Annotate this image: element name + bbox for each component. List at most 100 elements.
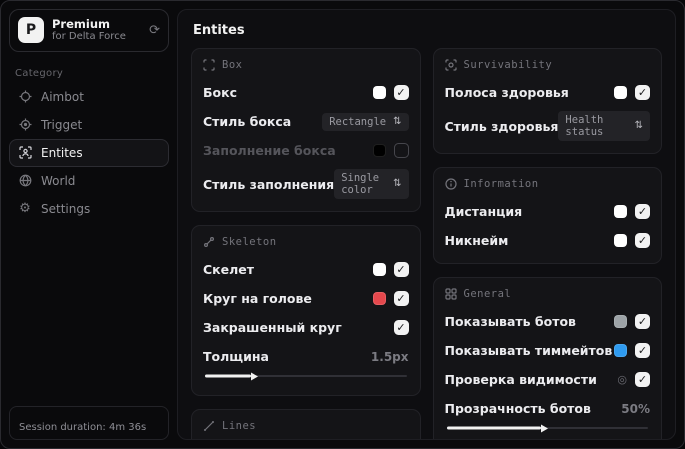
- main-panel: Entites Box Бокс ✓ Стиль бокса Rectangle…: [177, 9, 676, 440]
- setting-label: Стиль бокса: [203, 114, 292, 129]
- setting-row: Никнейм ✓: [444, 230, 650, 251]
- color-swatch[interactable]: [372, 263, 386, 276]
- sidebar-item-entites[interactable]: Entites: [9, 138, 169, 167]
- setting-label: Проверка видимости: [444, 372, 597, 387]
- setting-label: Полоса здоровья: [444, 85, 569, 100]
- visibility-icon[interactable]: ◎: [617, 373, 627, 386]
- card-skeleton: Skeleton Скелет ✓ Круг на голове ✓ Закра…: [191, 225, 421, 396]
- card-lines: Lines Линия до врага ⚙ ✓ Линия взгляда ⚙: [191, 409, 421, 439]
- app-logo: P: [18, 17, 44, 44]
- card-title: Skeleton: [222, 236, 277, 248]
- card-box: Box Бокс ✓ Стиль бокса Rectangle ⇅ Запол…: [191, 48, 421, 212]
- checkbox[interactable]: ✓: [393, 143, 409, 158]
- setting-row: Показывать тиммейтов ✓: [444, 340, 650, 361]
- setting-label: Круг на голове: [203, 291, 312, 306]
- checkbox[interactable]: ✓: [635, 233, 650, 248]
- bone-icon: [203, 236, 215, 248]
- crosshair-icon: [18, 90, 32, 103]
- checkbox[interactable]: ✓: [635, 85, 650, 100]
- entities-icon: [18, 146, 32, 159]
- sidebar-item-label: Trigget: [41, 117, 83, 132]
- thickness-slider[interactable]: [205, 371, 407, 381]
- unfold-icon: ⇅: [393, 115, 402, 127]
- sidebar-item-aimbot[interactable]: Aimbot: [9, 83, 169, 111]
- setting-row: Круг на голове ✓: [203, 288, 409, 309]
- color-swatch[interactable]: [614, 86, 627, 99]
- setting-row: Бокс ✓: [203, 82, 409, 103]
- slider-value: 50%: [621, 401, 650, 416]
- card-title: Lines: [222, 420, 257, 432]
- checkbox[interactable]: ✓: [635, 204, 650, 219]
- app-subtitle: for Delta Force: [52, 31, 126, 43]
- color-swatch[interactable]: [372, 86, 386, 99]
- checkbox[interactable]: ✓: [635, 343, 650, 358]
- color-swatch[interactable]: [614, 315, 627, 328]
- checkbox[interactable]: ✓: [393, 291, 409, 306]
- session-duration: Session duration: 4m 36s: [9, 406, 169, 440]
- box-icon: [203, 59, 215, 71]
- setting-row: Заполнение бокса ✓: [203, 140, 409, 161]
- sidebar-item-trigget[interactable]: Trigget: [9, 111, 169, 139]
- checkbox[interactable]: ✓: [393, 320, 409, 335]
- box-style-dropdown[interactable]: Rectangle ⇅: [322, 112, 409, 131]
- card-title: Information: [463, 178, 539, 190]
- setting-row: Стиль здоровья Health status ⇅: [445, 111, 650, 141]
- setting-label: Дистанция: [444, 204, 523, 219]
- page-title: Entites: [193, 23, 245, 38]
- app-window: P Premium for Delta Force ⟳ Category Aim…: [0, 0, 685, 449]
- setting-row: Стиль бокса Rectangle ⇅: [203, 111, 409, 132]
- slider-fill: [205, 374, 252, 378]
- color-swatch[interactable]: [372, 292, 386, 305]
- app-title: Premium: [52, 17, 110, 31]
- premium-card: P Premium for Delta Force ⟳: [9, 9, 169, 52]
- globe-icon: [18, 174, 32, 187]
- setting-label: Скелет: [203, 262, 255, 277]
- card-title: Survivability: [463, 59, 553, 71]
- setting-label: Толщина: [203, 349, 269, 364]
- setting-row: Показывать ботов ✓: [444, 311, 650, 332]
- checkbox[interactable]: ✓: [393, 262, 409, 277]
- setting-row: Стиль заполнения Single color ⇅: [203, 169, 409, 199]
- color-swatch[interactable]: [614, 344, 627, 357]
- setting-row: Проверка видимости ◎ ✓: [444, 369, 650, 390]
- sidebar-item-label: World: [41, 173, 76, 188]
- setting-row: Полоса здоровья ✓: [444, 82, 650, 103]
- health-style-dropdown[interactable]: Health status ⇅: [558, 111, 650, 141]
- color-swatch[interactable]: [614, 234, 627, 247]
- category-label: Category: [15, 67, 64, 79]
- unfold-icon: ⇅: [634, 120, 643, 131]
- gear-icon: ⚙: [19, 201, 31, 217]
- dropdown-value: Health status: [565, 114, 604, 138]
- setting-label: Бокс: [203, 85, 238, 100]
- setting-label: Показывать тиммейтов: [444, 343, 613, 358]
- card-title: Box: [222, 59, 243, 71]
- bot-opacity-slider[interactable]: [446, 423, 648, 433]
- slider-row: Прозрачность ботов 50%: [444, 398, 650, 433]
- checkbox[interactable]: ✓: [635, 372, 650, 387]
- card-information: Information Дистанция ✓ Никнейм ✓: [432, 167, 662, 264]
- setting-label: Показывать ботов: [444, 314, 576, 329]
- sidebar-item-label: Entites: [41, 145, 83, 160]
- health-scan-icon: [444, 59, 457, 71]
- setting-label: Прозрачность ботов: [444, 401, 591, 416]
- card-general: General Показывать ботов ✓ Показывать ти…: [432, 277, 662, 439]
- sidebar-item-settings[interactable]: ⚙ Settings: [9, 195, 169, 223]
- trigger-icon: [18, 118, 32, 131]
- sidebar-item-world[interactable]: World: [9, 167, 169, 195]
- setting-row: Закрашенный круг ✓: [203, 317, 409, 338]
- color-swatch[interactable]: [614, 205, 627, 218]
- refresh-icon[interactable]: ⟳: [149, 23, 160, 38]
- slider-row: Толщина 1.5px: [203, 346, 409, 381]
- fill-style-dropdown[interactable]: Single color ⇅: [334, 169, 409, 199]
- setting-row: Скелет ✓: [203, 259, 409, 280]
- checkbox[interactable]: ✓: [393, 85, 409, 100]
- line-icon: [203, 420, 215, 432]
- dropdown-value: Single color: [341, 172, 380, 196]
- checkbox[interactable]: ✓: [635, 314, 650, 329]
- sidebar-item-label: Aimbot: [41, 89, 84, 104]
- setting-row: Дистанция ✓: [444, 201, 650, 222]
- session-duration-label: Session duration: 4m 36s: [19, 422, 147, 433]
- info-icon: [444, 178, 457, 190]
- color-swatch[interactable]: [372, 144, 386, 157]
- setting-label: Никнейм: [444, 233, 509, 248]
